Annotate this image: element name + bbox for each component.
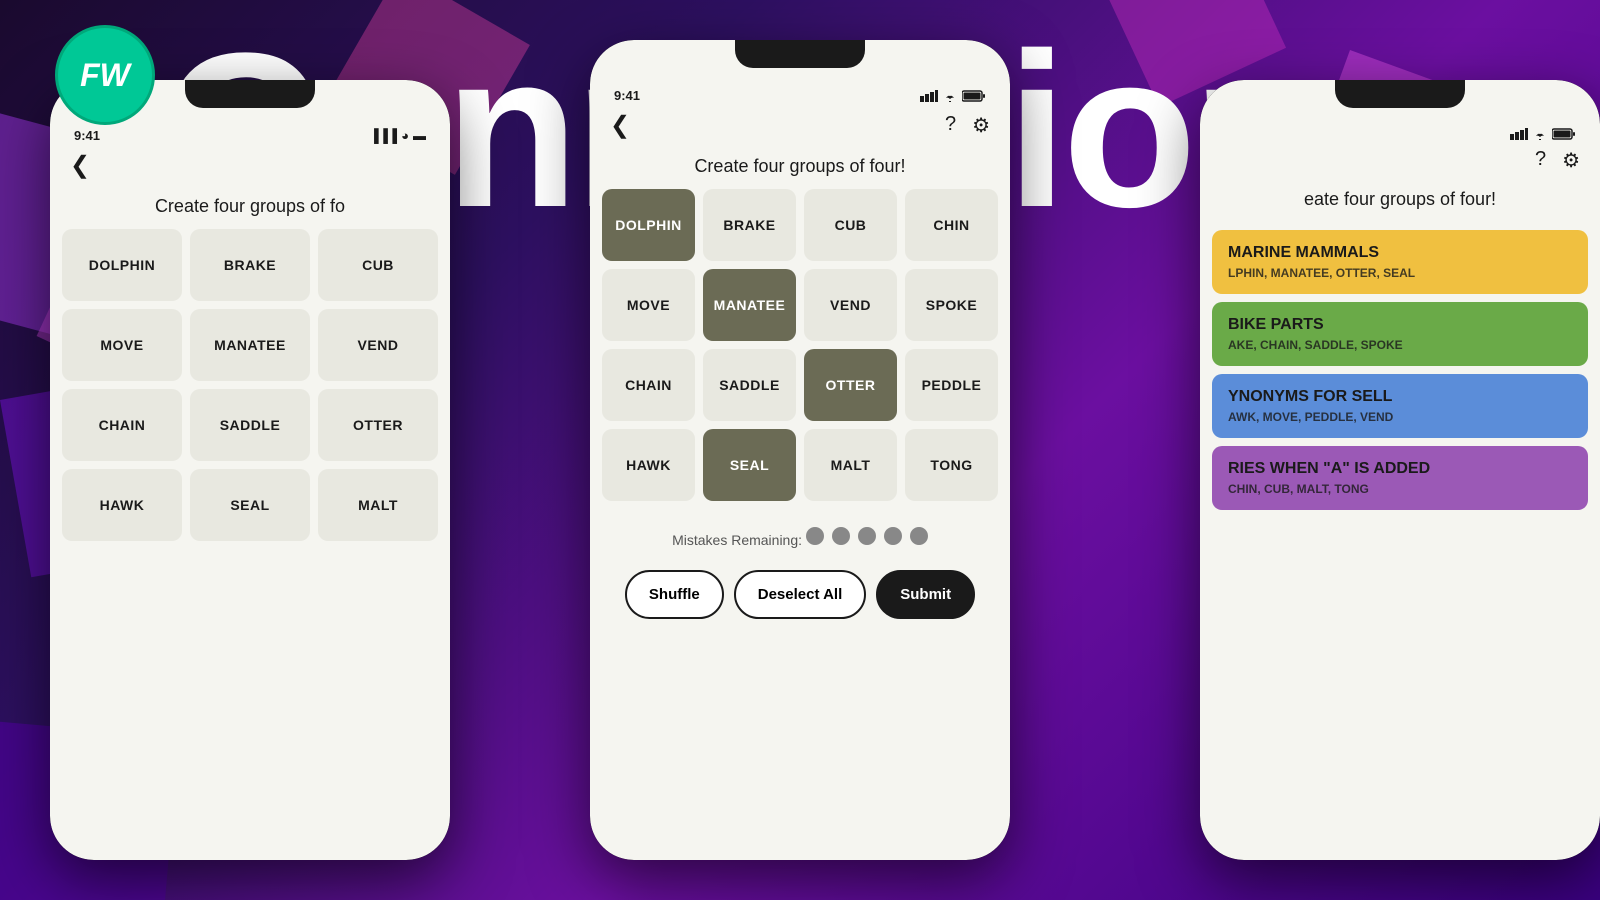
battery-icon xyxy=(962,90,986,102)
help-icon[interactable]: ? xyxy=(945,113,956,138)
left-tile-hawk[interactable]: HAWK xyxy=(62,469,182,541)
phone-left: 9:41 ▐▐▐ ◕ ▬ ❮ Create four groups of fo … xyxy=(50,80,450,860)
phone-right: ‹ ? ⚙ eate four groups of four! MARINE M… xyxy=(1200,80,1600,860)
signal-icon xyxy=(920,90,938,102)
mistakes-dots xyxy=(806,527,928,545)
tile-spoke[interactable]: SPOKE xyxy=(905,269,998,341)
tile-cub[interactable]: CUB xyxy=(804,189,897,261)
phone-right-nav-right: ? ⚙ xyxy=(1535,148,1580,173)
group-bike-title: BIKE PARTS xyxy=(1228,316,1572,334)
wifi-icon xyxy=(942,90,958,102)
phone-left-screen: 9:41 ▐▐▐ ◕ ▬ ❮ Create four groups of fo … xyxy=(50,80,450,860)
left-tile-seal[interactable]: SEAL xyxy=(190,469,310,541)
phone-center-nav: ❮ ? ⚙ xyxy=(590,103,1010,148)
group-ries-words: CHIN, CUB, MALT, TONG xyxy=(1228,482,1572,496)
r-help-icon[interactable]: ? xyxy=(1535,148,1546,173)
group-bike-words: AKE, CHAIN, SADDLE, SPOKE xyxy=(1228,338,1572,352)
tile-chin[interactable]: CHIN xyxy=(905,189,998,261)
left-tile-manatee[interactable]: MANATEE xyxy=(190,309,310,381)
dot-1 xyxy=(806,527,824,545)
tile-seal[interactable]: SEAL xyxy=(703,429,796,501)
phone-center-title: Create four groups of four! xyxy=(590,148,1010,189)
settings-icon[interactable]: ⚙ xyxy=(972,113,990,138)
phone-right-icons xyxy=(1510,128,1576,140)
phone-center-notch xyxy=(735,40,865,68)
shuffle-button[interactable]: Shuffle xyxy=(625,570,724,619)
phone-center-time: 9:41 xyxy=(614,88,640,103)
phone-right-notch xyxy=(1335,80,1465,108)
tile-otter[interactable]: OTTER xyxy=(804,349,897,421)
dot-3 xyxy=(858,527,876,545)
phone-left-notch xyxy=(185,80,315,108)
r-battery-icon xyxy=(1552,128,1576,140)
left-tile-move[interactable]: MOVE xyxy=(62,309,182,381)
fw-logo: FW xyxy=(55,25,155,125)
group-marine-words: LPHIN, MANATEE, OTTER, SEAL xyxy=(1228,266,1572,280)
phone-left-icons: ▐▐▐ ◕ ▬ xyxy=(370,128,427,143)
action-buttons: Shuffle Deselect All Submit xyxy=(590,558,1010,631)
phone-center-nav-right: ? ⚙ xyxy=(945,113,990,138)
completed-groups: MARINE MAMMALS LPHIN, MANATEE, OTTER, SE… xyxy=(1200,222,1600,526)
phone-right-status xyxy=(1200,116,1600,140)
tile-dolphin[interactable]: DOLPHIN xyxy=(602,189,695,261)
tile-saddle[interactable]: SADDLE xyxy=(703,349,796,421)
left-tile-dolphin[interactable]: DOLPHIN xyxy=(62,229,182,301)
left-tile-cub[interactable]: CUB xyxy=(318,229,438,301)
group-synonyms-words: AWK, MOVE, PEDDLE, VEND xyxy=(1228,410,1572,424)
tile-hawk[interactable]: HAWK xyxy=(602,429,695,501)
phone-left-grid: DOLPHIN BRAKE CUB MOVE MANATEE VEND CHAI… xyxy=(50,229,450,541)
group-synonyms-title: YNONYMS FOR SELL xyxy=(1228,388,1572,406)
left-tile-chain[interactable]: CHAIN xyxy=(62,389,182,461)
group-marine-title: MARINE MAMMALS xyxy=(1228,244,1572,262)
left-tile-vend[interactable]: VEND xyxy=(318,309,438,381)
left-tile-saddle[interactable]: SADDLE xyxy=(190,389,310,461)
r-wifi-icon xyxy=(1532,128,1548,140)
phone-right-screen: ‹ ? ⚙ eate four groups of four! MARINE M… xyxy=(1200,80,1600,860)
left-tile-malt[interactable]: MALT xyxy=(318,469,438,541)
word-grid: DOLPHIN BRAKE CUB CHIN MOVE MANATEE VEND… xyxy=(590,189,1010,501)
group-bike-parts: BIKE PARTS AKE, CHAIN, SADDLE, SPOKE xyxy=(1212,302,1588,366)
phone-right-title: eate four groups of four! xyxy=(1200,181,1600,222)
left-tile-brake[interactable]: BRAKE xyxy=(190,229,310,301)
group-ries-title: RIES WHEN "A" IS ADDED xyxy=(1228,460,1572,478)
phone-center-back[interactable]: ❮ xyxy=(610,111,630,140)
tile-move[interactable]: MOVE xyxy=(602,269,695,341)
dot-2 xyxy=(832,527,850,545)
phone-left-back[interactable]: ❮ xyxy=(70,151,90,180)
mistakes-section: Mistakes Remaining: xyxy=(590,501,1010,558)
tile-malt[interactable]: MALT xyxy=(804,429,897,501)
r-signal-icon xyxy=(1510,128,1528,140)
phone-left-title: Create four groups of fo xyxy=(50,188,450,229)
phone-center: 9:41 ❮ ? ⚙ Create four groups of four! xyxy=(590,40,1010,860)
tile-tong[interactable]: TONG xyxy=(905,429,998,501)
phone-center-screen: 9:41 ❮ ? ⚙ Create four groups of four! xyxy=(590,40,1010,860)
submit-button[interactable]: Submit xyxy=(876,570,975,619)
tile-vend[interactable]: VEND xyxy=(804,269,897,341)
phone-center-status: 9:41 xyxy=(590,76,1010,103)
phones-container: 9:41 ▐▐▐ ◕ ▬ ❮ Create four groups of fo … xyxy=(0,0,1600,900)
phone-left-time: 9:41 xyxy=(74,128,100,143)
group-marine-mammals: MARINE MAMMALS LPHIN, MANATEE, OTTER, SE… xyxy=(1212,230,1588,294)
phone-center-icons xyxy=(920,90,986,102)
deselect-button[interactable]: Deselect All xyxy=(734,570,867,619)
group-synonyms: YNONYMS FOR SELL AWK, MOVE, PEDDLE, VEND xyxy=(1212,374,1588,438)
fw-logo-text: FW xyxy=(80,57,130,94)
group-ries: RIES WHEN "A" IS ADDED CHIN, CUB, MALT, … xyxy=(1212,446,1588,510)
tile-manatee[interactable]: MANATEE xyxy=(703,269,796,341)
mistakes-label: Mistakes Remaining: xyxy=(672,532,802,548)
tile-brake[interactable]: BRAKE xyxy=(703,189,796,261)
dot-4 xyxy=(884,527,902,545)
tile-chain[interactable]: CHAIN xyxy=(602,349,695,421)
phone-left-nav: ❮ xyxy=(50,143,450,188)
phone-right-nav: ‹ ? ⚙ xyxy=(1200,140,1600,181)
dot-5 xyxy=(910,527,928,545)
r-settings-icon[interactable]: ⚙ xyxy=(1562,148,1580,173)
left-tile-otter[interactable]: OTTER xyxy=(318,389,438,461)
tile-peddle[interactable]: PEDDLE xyxy=(905,349,998,421)
